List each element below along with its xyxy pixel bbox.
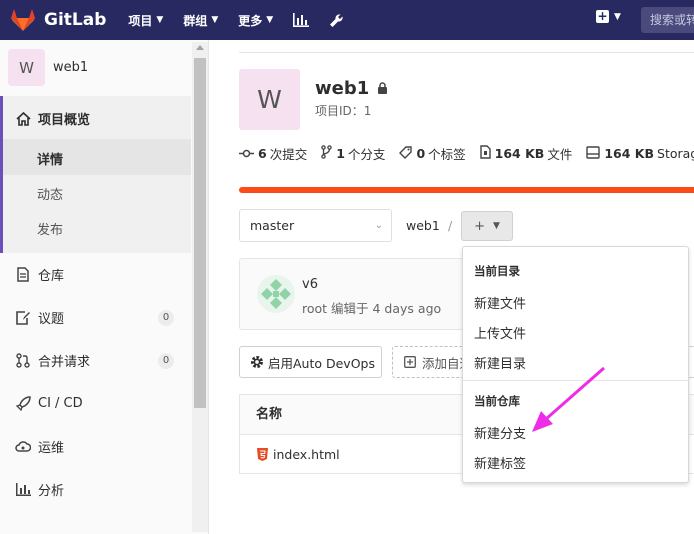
sidebar-item-overview[interactable]: 项目概览 — [15, 109, 90, 128]
project-avatar-large: W — [239, 69, 300, 130]
html5-file-icon — [257, 448, 268, 461]
gear-icon — [250, 355, 264, 369]
breadcrumb-separator: / — [448, 218, 453, 233]
storage-usage-bar — [239, 187, 694, 193]
sidebar-item-analytics[interactable]: 分析 — [15, 480, 64, 499]
chevron-down-icon: ▼ — [211, 15, 219, 25]
plus-icon: + — [596, 9, 609, 23]
project-avatar: W — [8, 49, 45, 86]
branches-stat[interactable]: 1 个分支 — [321, 144, 385, 163]
home-icon — [15, 111, 31, 127]
admin-wrench-icon[interactable] — [329, 13, 344, 28]
nav-groups[interactable]: 群组 ▼ — [183, 12, 218, 29]
branch-icon — [321, 145, 332, 162]
project-stats: 6次提交 1个分支 0个标签 164 KB文件 164 KBStorage — [239, 144, 694, 163]
lock-icon — [377, 78, 388, 99]
sidebar-sub-activity[interactable]: 动态 — [37, 184, 63, 203]
menu-new-branch[interactable]: 新建分支 — [474, 423, 526, 442]
last-commit-box: v6 root 编辑于 4 days ago — [239, 258, 469, 330]
sidebar-project-name: web1 — [53, 60, 89, 75]
chevron-down-icon: ▼ — [492, 221, 500, 231]
commit-title[interactable]: v6 — [302, 277, 318, 292]
issues-icon — [15, 310, 31, 326]
dropdown-header-current-dir: 当前目录 — [474, 264, 520, 278]
active-sub-bg — [3, 139, 191, 175]
commits-stat[interactable]: 6 次提交 — [239, 144, 307, 163]
chevron-down-icon: ▼ — [614, 11, 621, 22]
new-dropdown-button[interactable]: + ▼ — [596, 10, 621, 23]
disk-icon — [586, 145, 601, 162]
project-id: 项目ID：1 — [315, 104, 372, 118]
sidebar-sub-details[interactable]: 详情 — [37, 149, 63, 168]
dropdown-header-current-repo: 当前仓库 — [474, 394, 520, 408]
plus-icon: + — [474, 218, 485, 234]
files-stat[interactable]: 164 KB 文件 — [479, 144, 572, 163]
add-to-tree-button[interactable]: + ▼ — [461, 211, 513, 241]
sidebar-item-operations[interactable]: 运维 — [15, 437, 64, 456]
commit-icon — [239, 146, 254, 161]
activity-chart-icon[interactable] — [293, 13, 310, 27]
chevron-down-icon: ▼ — [266, 15, 274, 25]
brand-name: GitLab — [44, 10, 107, 30]
sidebar-item-merge-requests[interactable]: 合并请求 — [15, 351, 90, 370]
new-item-dropdown: 当前目录 新建文件 上传文件 新建目录 当前仓库 新建分支 新建标签 — [462, 246, 689, 483]
file-zip-icon — [479, 145, 491, 162]
menu-new-tag[interactable]: 新建标签 — [474, 453, 526, 472]
sidebar-item-issues[interactable]: 议题 — [15, 308, 64, 327]
storage-stat[interactable]: 164 KBStorage — [586, 145, 694, 162]
sidebar-project-header[interactable]: W web1 — [8, 49, 88, 86]
chevron-down-icon: ▼ — [156, 15, 164, 25]
gitlab-logo[interactable]: GitLab — [10, 8, 106, 32]
sidebar-scrollbar-thumb[interactable] — [194, 58, 206, 408]
project-title: web1 — [315, 78, 388, 99]
dropdown-divider — [463, 380, 688, 381]
sidebar-sub-releases[interactable]: 发布 — [37, 219, 63, 238]
tag-icon — [399, 145, 413, 162]
cloud-gear-icon — [15, 439, 31, 455]
chart-icon — [15, 482, 31, 498]
sidebar-item-cicd[interactable]: CI / CD — [15, 395, 83, 411]
commit-meta: root 编辑于 4 days ago — [302, 301, 442, 316]
doc-icon — [15, 267, 31, 283]
issues-count-badge: 0 — [158, 310, 174, 326]
breadcrumb-project[interactable]: web1 — [406, 218, 440, 233]
chevron-down-icon: ⌄ — [374, 220, 383, 231]
sidebar-item-repository[interactable]: 仓库 — [15, 265, 64, 284]
tags-stat[interactable]: 0 个标签 — [399, 144, 466, 163]
enable-auto-devops-button[interactable]: 启用Auto DevOps — [239, 346, 382, 378]
merge-request-icon — [15, 353, 31, 369]
branch-selector[interactable]: master ⌄ — [239, 209, 392, 242]
plus-square-icon — [404, 356, 416, 368]
gitlab-fox-icon — [11, 9, 35, 31]
scroll-up-arrow-icon[interactable] — [196, 45, 204, 50]
top-navbar: GitLab 项目▼ 群组▼ 更多▼ + ▼ 搜索或转到 — [0, 0, 694, 40]
nav-more[interactable]: 更多 ▼ — [238, 12, 273, 29]
rocket-icon — [15, 395, 31, 411]
divider — [239, 52, 694, 53]
menu-new-directory[interactable]: 新建目录 — [474, 353, 526, 372]
nav-projects[interactable]: 项目 ▼ — [128, 12, 163, 29]
sidebar: W web1 项目概览 详情 动态 发布 仓库 议题 0 合并请求 0 CI / — [0, 40, 209, 534]
menu-upload-file[interactable]: 上传文件 — [474, 323, 526, 342]
active-indicator — [0, 96, 3, 253]
menu-new-file[interactable]: 新建文件 — [474, 293, 526, 312]
search-input[interactable]: 搜索或转到 — [641, 7, 694, 33]
user-avatar[interactable] — [257, 275, 295, 313]
merge-requests-count-badge: 0 — [158, 353, 174, 369]
